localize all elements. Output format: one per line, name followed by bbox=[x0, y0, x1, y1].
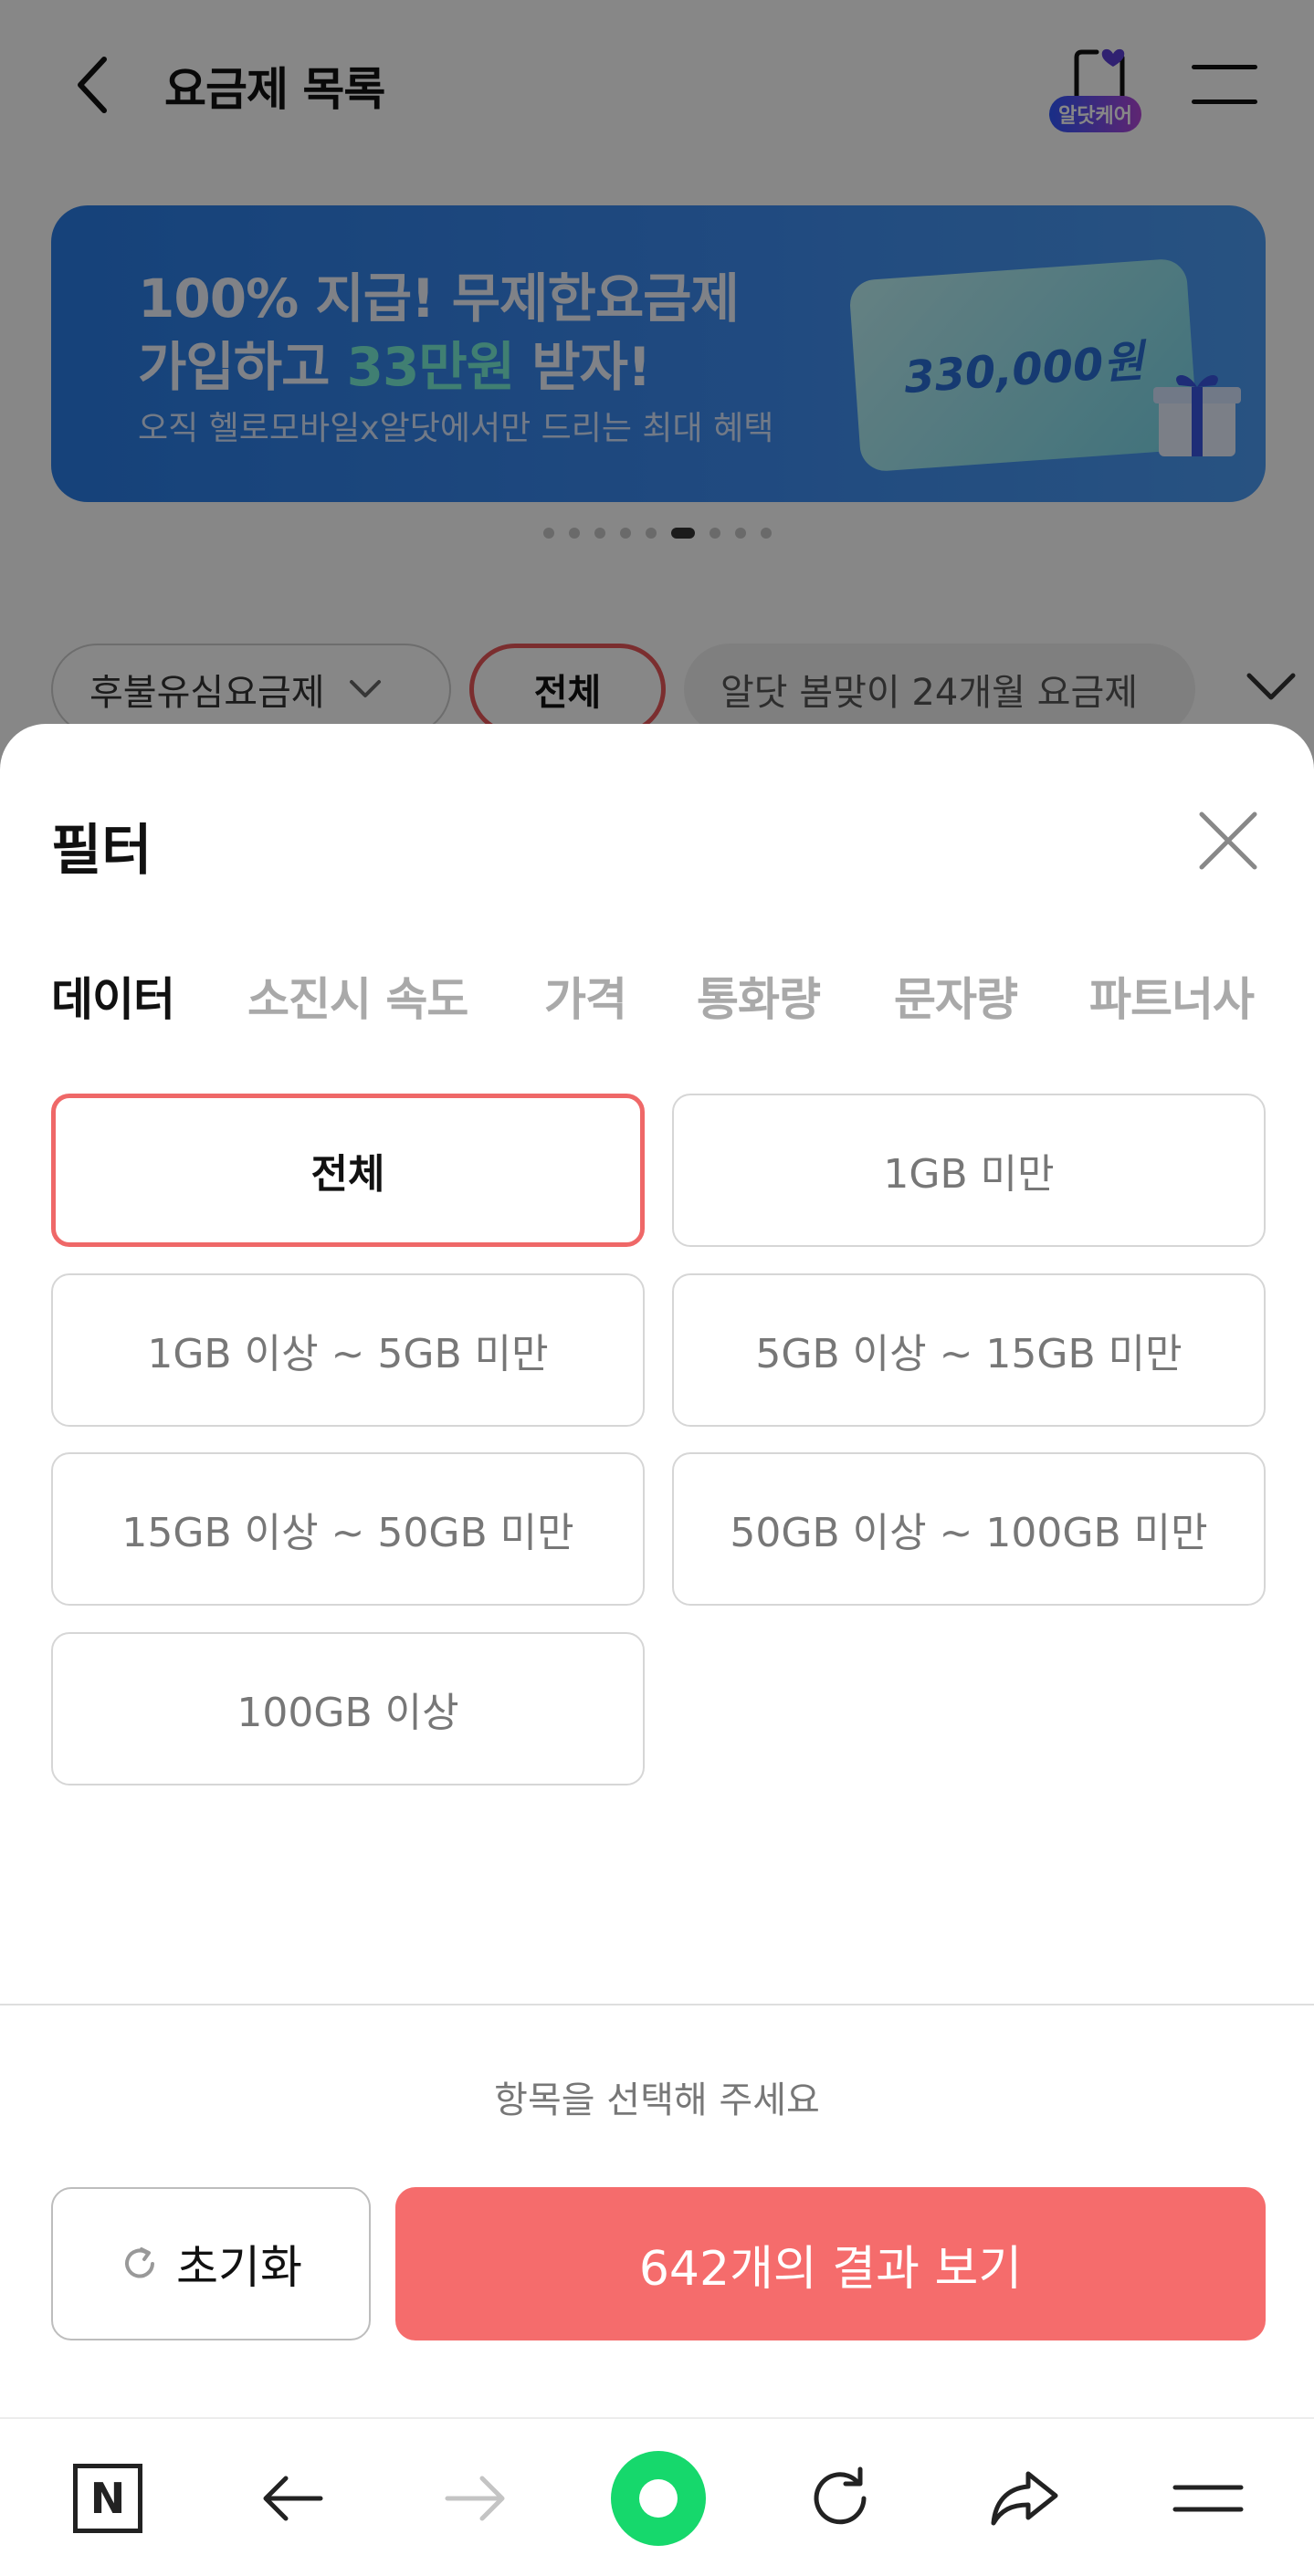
divider bbox=[0, 2004, 1314, 2005]
share-arrow-icon bbox=[991, 2471, 1058, 2526]
tab-call-volume[interactable]: 통화량 bbox=[697, 963, 821, 1029]
tab-price[interactable]: 가격 bbox=[544, 963, 627, 1029]
share-button[interactable] bbox=[983, 2457, 1066, 2539]
selection-hint: 항목을 선택해 주세요 bbox=[494, 2079, 820, 2121]
sheet-title: 필터 bbox=[51, 819, 152, 883]
tab-speed-after-exhaustion[interactable]: 소진시 속도 bbox=[247, 963, 468, 1029]
data-option-50-100gb[interactable]: 50GB 이상 ~ 100GB 미만 bbox=[672, 1452, 1266, 1606]
data-option-5-15gb[interactable]: 5GB 이상 ~ 15GB 미만 bbox=[672, 1273, 1266, 1427]
naver-logo-icon: N bbox=[73, 2464, 142, 2533]
data-option-over-100gb[interactable]: 100GB 이상 bbox=[51, 1632, 645, 1785]
arrow-right-icon bbox=[445, 2476, 505, 2521]
view-results-button[interactable]: 642개의 결과 보기 bbox=[395, 2187, 1266, 2340]
close-icon bbox=[1199, 812, 1257, 870]
hamburger-icon bbox=[1172, 2485, 1244, 2512]
green-dot-icon bbox=[611, 2451, 706, 2546]
filter-sheet: 필터 데이터 소진시 속도 가격 통화량 문자량 파트너사 전체 1GB 미만 … bbox=[0, 724, 1314, 2417]
data-option-under-1gb[interactable]: 1GB 미만 bbox=[672, 1094, 1266, 1247]
browser-back-button[interactable] bbox=[251, 2457, 333, 2539]
reset-button[interactable]: 초기화 bbox=[51, 2187, 371, 2340]
browser-menu-button[interactable] bbox=[1167, 2457, 1249, 2539]
reset-button-label: 초기화 bbox=[176, 2241, 302, 2294]
reload-icon bbox=[814, 2466, 867, 2525]
browser-forward-button[interactable] bbox=[435, 2457, 517, 2539]
data-option-1-5gb[interactable]: 1GB 이상 ~ 5GB 미만 bbox=[51, 1273, 645, 1427]
filter-tabs: 데이터 소진시 속도 가격 통화량 문자량 파트너사 bbox=[51, 963, 1314, 1036]
naver-home-button[interactable]: N bbox=[67, 2457, 149, 2539]
data-option-all[interactable]: 전체 bbox=[51, 1094, 645, 1247]
tab-sms-volume[interactable]: 문자량 bbox=[894, 963, 1018, 1029]
browser-toolbar: N bbox=[0, 2417, 1314, 2576]
green-dot-button[interactable] bbox=[610, 2450, 707, 2547]
refresh-icon bbox=[125, 2247, 154, 2278]
arrow-left-icon bbox=[263, 2476, 323, 2521]
tab-partner[interactable]: 파트너사 bbox=[1089, 963, 1255, 1029]
refresh-button[interactable] bbox=[799, 2457, 881, 2539]
tab-data[interactable]: 데이터 bbox=[51, 963, 175, 1029]
close-button[interactable] bbox=[1196, 809, 1260, 873]
data-option-15-50gb[interactable]: 15GB 이상 ~ 50GB 미만 bbox=[51, 1452, 645, 1606]
